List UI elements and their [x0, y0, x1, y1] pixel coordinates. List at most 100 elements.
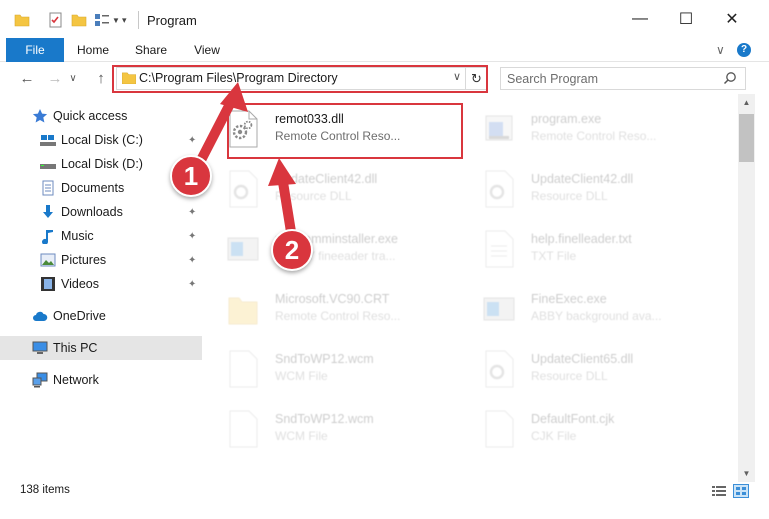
sidebar-item-onedrive[interactable]: OneDrive — [0, 304, 202, 328]
chevron-down-icon: ∨ — [69, 72, 77, 84]
sidebar-item-pictures[interactable]: Pictures ✦ — [0, 248, 202, 272]
sidebar-item-downloads[interactable]: Downloads ✦ — [0, 200, 202, 224]
sidebar-item-local-disk-c[interactable]: Local Disk (C:) ✦ — [0, 128, 202, 152]
blank-file-icon — [229, 350, 258, 388]
sidebar-item-label: This PC — [53, 341, 98, 355]
file-item-microsoft-vc90-crt[interactable]: Microsoft.VC90.CRT Remote Control Reso..… — [205, 280, 455, 336]
sidebar-item-label: Network — [53, 373, 99, 387]
sidebar-item-quick-access[interactable]: Quick access — [0, 104, 202, 128]
close-button[interactable]: ✕ — [709, 0, 755, 38]
item-count: 138 items — [20, 484, 70, 496]
help-button[interactable]: ? — [737, 41, 751, 59]
sidebar-item-label: Documents — [61, 181, 125, 195]
sidebar-item-videos[interactable]: Videos ✦ — [0, 272, 202, 296]
file-item-defaultfont-cjk[interactable]: DefaultFont.cjk CJK File — [461, 400, 711, 456]
tiles-view-icon[interactable] — [733, 484, 749, 498]
forward-button[interactable]: → — [44, 68, 66, 88]
search-input[interactable] — [507, 70, 707, 87]
folder-icon — [228, 297, 258, 325]
back-button[interactable]: ← — [16, 68, 38, 88]
file-type: WCM File — [275, 369, 328, 383]
tab-share[interactable]: Share — [124, 38, 178, 62]
cloud-icon — [33, 311, 48, 321]
search-icon[interactable] — [723, 71, 737, 85]
tab-home[interactable]: Home — [66, 38, 120, 62]
file-type: Remote Control Reso... — [275, 309, 401, 323]
chevron-down-icon: ∨ — [716, 43, 725, 57]
pictures-icon — [40, 253, 56, 267]
file-name: UpdateClient42.dll — [531, 172, 634, 186]
ribbon-collapse-button[interactable]: ∨ — [716, 41, 725, 59]
sidebar-item-label: Music — [61, 229, 94, 243]
vertical-scrollbar[interactable]: ▲ ▼ — [738, 94, 755, 482]
up-button[interactable]: ↑ — [90, 68, 112, 88]
sidebar-item-music[interactable]: Music ✦ — [0, 224, 202, 248]
file-type: ABBY background ava... — [531, 309, 662, 323]
new-folder-button[interactable] — [71, 10, 87, 30]
file-item-programminstaller-exe[interactable]: programminstaller.exe ABBYY fineeader tr… — [205, 220, 455, 276]
sidebar-item-label: Quick access — [53, 109, 128, 123]
file-item-sndtowp12-wcm-2[interactable]: SndToWP12.wcm WCM File — [205, 400, 455, 456]
annotation-badge-1: 1 — [170, 155, 212, 197]
file-item-updateclient42-dll-2[interactable]: UpdateClient42.dll Resource DLL — [461, 160, 711, 216]
customize-toolbar-button[interactable]: ▾ — [122, 10, 127, 30]
file-type: Resource DLL — [531, 369, 608, 383]
minimize-button[interactable]: — — [617, 0, 663, 38]
exe-window-icon — [227, 237, 259, 261]
file-item-program-exe[interactable]: program.exe Remote Control Reso... — [461, 100, 711, 156]
dll-gear-icon — [485, 170, 514, 208]
file-type: WCM File — [275, 429, 328, 443]
file-item-help-txt[interactable]: help.finelleader.txt TXT File — [461, 220, 711, 276]
computer-icon — [32, 341, 48, 354]
file-type: Resource DLL — [275, 189, 352, 203]
file-type: Resource DLL — [531, 189, 608, 203]
scroll-down-button[interactable]: ▼ — [738, 465, 755, 482]
search-box[interactable] — [500, 67, 746, 90]
sidebar-item-label: OneDrive — [53, 309, 106, 323]
status-bar: 138 items — [0, 482, 769, 500]
file-type: TXT File — [531, 249, 577, 263]
file-name: program.exe — [531, 112, 602, 126]
sidebar-item-label: Pictures — [61, 253, 107, 267]
properties-icon — [49, 12, 62, 28]
file-type: Remote Control Reso... — [531, 129, 657, 143]
file-name: help.finelleader.txt — [531, 232, 632, 246]
back-arrow-icon: ← — [19, 69, 35, 87]
address-annotation-box — [112, 65, 488, 93]
pin-icon: ✦ — [188, 134, 197, 146]
recent-locations-button[interactable]: ∨ — [66, 68, 80, 88]
details-view-icon[interactable] — [711, 484, 727, 498]
view-list-icon — [95, 14, 109, 26]
tab-file[interactable]: File — [6, 38, 64, 62]
file-item-updateclient42-dll[interactable]: UpdateClient42.dll Resource DLL — [205, 160, 455, 216]
view-options-button[interactable]: ▼ — [94, 10, 120, 30]
properties-button[interactable] — [48, 10, 64, 30]
file-item-fineexec-exe[interactable]: FineExec.exe ABBY background ava... — [461, 280, 711, 336]
blank-file-icon — [485, 410, 514, 448]
scroll-up-button[interactable]: ▲ — [738, 94, 755, 111]
pin-icon: ✦ — [188, 230, 197, 242]
file-annotation-box — [227, 103, 463, 159]
videos-icon — [41, 277, 55, 291]
scroll-thumb[interactable] — [739, 114, 754, 162]
file-name: UpdateClient65.dll — [531, 352, 634, 366]
blank-file-icon — [229, 410, 258, 448]
sidebar-item-this-pc[interactable]: This PC — [0, 336, 202, 360]
annotation-badge-2: 2 — [271, 229, 313, 271]
file-name: UpdateClient42.dll — [275, 172, 378, 186]
sidebar-item-label: Local Disk (C:) — [61, 133, 143, 147]
dll-gear-icon — [485, 350, 514, 388]
drive-icon — [40, 135, 56, 146]
star-icon — [32, 109, 48, 123]
new-folder-icon — [71, 14, 87, 27]
file-item-sndtowp12-wcm[interactable]: SndToWP12.wcm WCM File — [205, 340, 455, 396]
dll-gear-icon — [229, 170, 258, 208]
chevron-down-icon: ▼ — [112, 15, 120, 25]
file-item-updateclient65-dll[interactable]: UpdateClient65.dll Resource DLL — [461, 340, 711, 396]
up-arrow-icon: ↑ — [97, 69, 105, 87]
file-type: CJK File — [531, 429, 577, 443]
tab-view[interactable]: View — [180, 38, 234, 62]
exe-window-icon — [483, 297, 515, 321]
sidebar-item-network[interactable]: Network — [0, 368, 202, 392]
maximize-button[interactable]: ☐ — [663, 0, 709, 38]
